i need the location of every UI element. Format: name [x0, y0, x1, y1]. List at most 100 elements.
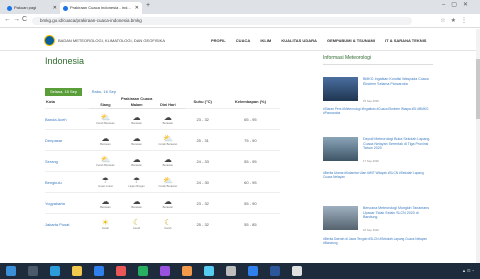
- bmkg-logo[interactable]: [44, 35, 55, 46]
- weather-label: Cerah Berawan: [96, 163, 115, 167]
- city-link[interactable]: Denpasar: [45, 129, 89, 151]
- new-tab-button[interactable]: +: [146, 2, 150, 9]
- weather-label: Berawan: [162, 163, 174, 167]
- temperature-cell: 23 - 32: [184, 192, 221, 214]
- close-icon[interactable]: ✕: [135, 2, 139, 14]
- partly-cloudy-icon: ⛅: [163, 175, 174, 185]
- rain-icon: ☂: [101, 175, 109, 185]
- browser-tab-bar: Pakuan pagi ✕ Prakiraan Cuaca Indonesia …: [0, 0, 480, 14]
- app-icon[interactable]: [204, 266, 214, 276]
- app-icon[interactable]: [160, 266, 170, 276]
- humidity-cell: 55 - 95: [220, 150, 280, 172]
- app-icon[interactable]: [116, 266, 126, 276]
- back-icon[interactable]: ←: [4, 16, 11, 23]
- menu-item-gempabumi[interactable]: GEMPABUMI & TSUNAMI: [327, 38, 375, 43]
- news-thumbnail[interactable]: [323, 77, 358, 101]
- table-row: Yogyakarta ☁ Berawan ☁ Berawan ☁ Berawan 23 - 3…: [45, 192, 280, 214]
- menu-item-cuaca[interactable]: CUACA: [236, 38, 250, 43]
- app-icon[interactable]: [138, 266, 148, 276]
- menu-item-kualitas-udara[interactable]: KUALITAS UDARA: [281, 38, 316, 43]
- forecast-cell: ⛅ Cerah Berawan: [151, 129, 185, 151]
- chrome-icon[interactable]: [94, 266, 104, 276]
- news-thumbnail[interactable]: [323, 137, 358, 161]
- browser-tab-2[interactable]: Prakiraan Cuaca Indonesia - Ind... ✕: [60, 2, 142, 14]
- cloud-icon: ☁: [132, 154, 141, 164]
- forecast-cell: ☀ Cerah: [88, 213, 123, 235]
- window-controls[interactable]: –▢✕: [442, 1, 474, 8]
- scrollbar-thumb[interactable]: [476, 59, 480, 119]
- start-icon[interactable]: [6, 266, 16, 276]
- site-header: BADAN METEOROLOGI, KLIMATOLOGI, DAN GEOF…: [0, 29, 480, 51]
- cloud-icon: ☁: [132, 196, 141, 206]
- weather-label: Berawan: [131, 142, 142, 146]
- forecast-cell: ☁ Berawan: [122, 192, 152, 214]
- cloud-icon: ☁: [163, 196, 172, 206]
- partly-cloudy-icon: ⛅: [100, 112, 111, 122]
- humidity-cell: 55 - 90: [220, 192, 280, 214]
- city-link[interactable]: Serang: [45, 150, 89, 172]
- forecast-cell: ☾ Cerah: [151, 213, 185, 235]
- tweet-link[interactable]: #Berita Utama #Kalamtar Ulan #WIT Wilaya…: [323, 171, 433, 180]
- tweet-link[interactable]: #Siaran Pers #Meteorologi #Ingatkan #Cua…: [323, 107, 433, 116]
- app-icon[interactable]: [182, 266, 192, 276]
- tweet-link[interactable]: #Berita Daerah di Jawa Tengah #SLCN #Sek…: [323, 237, 433, 246]
- menu-item-profil[interactable]: PROFIL: [211, 38, 226, 43]
- sidebar-title: Informasi Meteorologi: [323, 55, 433, 65]
- app-icon[interactable]: [292, 266, 302, 276]
- weather-label: Berawan: [131, 205, 142, 209]
- humidity-cell: 65 - 95: [220, 108, 280, 130]
- city-link[interactable]: Bengkulu: [45, 171, 89, 193]
- weather-label: Berawan: [131, 163, 142, 167]
- city-link[interactable]: Jakarta Pusat: [45, 213, 89, 235]
- edge-icon[interactable]: [50, 266, 60, 276]
- temperature-cell: 23 - 32: [184, 108, 221, 130]
- extension-icons[interactable]: ☆★⋮: [440, 17, 472, 24]
- reload-icon[interactable]: C: [22, 16, 27, 23]
- news-title[interactable]: Deputi Meteorologi Buka Sekolah Lapang C…: [363, 137, 433, 151]
- cloud-icon: ☁: [132, 112, 141, 122]
- city-link[interactable]: Yogyakarta: [45, 192, 89, 214]
- news-date: 15 Sep 2020: [363, 99, 379, 103]
- weather-label: Berawan: [162, 205, 174, 209]
- city-link[interactable]: Banda Aceh: [45, 108, 89, 130]
- forecast-cell: ⛅ Cerah Berawan: [88, 150, 123, 172]
- folder-icon[interactable]: [72, 266, 82, 276]
- search-icon[interactable]: [28, 266, 38, 276]
- app-icon[interactable]: [248, 266, 258, 276]
- menu-item-it-sarana[interactable]: IT & SARANA TEKNIS: [385, 38, 426, 43]
- moon-icon: ☾: [164, 217, 172, 227]
- sidebar-meteorologi: Informasi Meteorologi BMKG Ingatkan Kond…: [323, 55, 433, 245]
- partly-cloudy-icon: ⛅: [163, 133, 174, 143]
- tab-label: Prakiraan Cuaca Indonesia - Ind...: [70, 5, 131, 10]
- app-icon[interactable]: [226, 266, 236, 276]
- scrollbar[interactable]: [476, 29, 480, 263]
- column-header-suhu: Suhu (°C): [193, 99, 212, 104]
- browser-tab-1[interactable]: Pakuan pagi ✕: [4, 2, 60, 14]
- tab-label: Pakuan pagi: [14, 5, 37, 10]
- forecast-table: Kota Prakiraan Cuaca Suhu (°C) Kelembapa…: [45, 95, 280, 235]
- temperature-cell: 24 - 33: [184, 150, 221, 172]
- temperature-cell: 24 - 30: [184, 171, 221, 193]
- forward-icon[interactable]: →: [13, 16, 20, 23]
- system-tray[interactable]: ▲ ⊡ ◔: [462, 268, 474, 273]
- moon-icon: ☾: [133, 217, 141, 227]
- close-icon[interactable]: ✕: [53, 2, 57, 14]
- forecast-cell: ☁ Berawan: [88, 129, 123, 151]
- weather-label: Cerah: [132, 226, 141, 230]
- weather-label: Hujan Ringan: [128, 184, 145, 188]
- forecast-cell: ☁ Berawan: [122, 108, 152, 130]
- menu-item-iklim[interactable]: IKLIM: [260, 38, 271, 43]
- news-title[interactable]: BMKG Ingatkan Kondisi Waspada Cuaca Ekst…: [363, 77, 433, 86]
- table-row: Serang ⛅ Cerah Berawan ☁ Berawan ☁ Berawan 24 -…: [45, 150, 280, 172]
- brand-name[interactable]: BADAN METEOROLOGI, KLIMATOLOGI, DAN GEOF…: [58, 38, 165, 43]
- news-title[interactable]: Bencana Meteorologi Mungkin Tanamans Upa…: [363, 206, 433, 220]
- table-row: Jakarta Pusat ☀ Cerah ☾ Cerah ☾ Cerah 25 - 32 55…: [45, 213, 280, 235]
- url-field[interactable]: bmkg.go.id/cuaca/prakiraan-cuaca-indones…: [32, 17, 412, 25]
- forecast-cell: ⛅ Cerah Berawan: [151, 171, 185, 193]
- weather-label: Cerah Berawan: [158, 184, 178, 188]
- sun-icon: ☀: [101, 217, 109, 227]
- humidity-cell: 75 - 90: [220, 129, 280, 151]
- weather-label: Berawan: [162, 121, 174, 125]
- word-icon[interactable]: [270, 266, 280, 276]
- news-thumbnail[interactable]: [323, 206, 358, 230]
